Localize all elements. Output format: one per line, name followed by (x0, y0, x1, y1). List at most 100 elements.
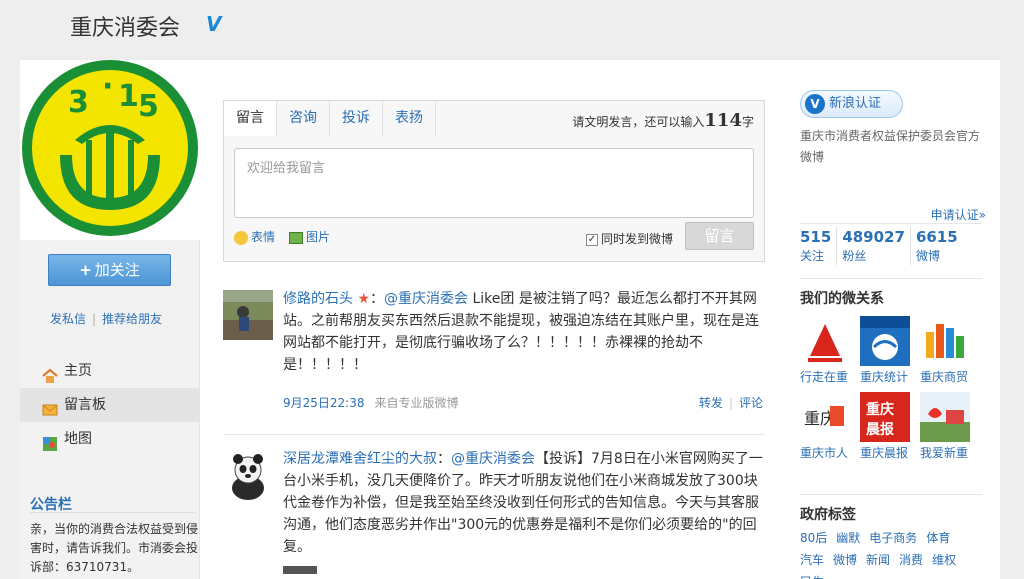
relation-logo (920, 392, 970, 442)
svg-text:3: 3 (68, 85, 89, 120)
star-icon: ★ (357, 291, 371, 307)
post-text: 深居龙潭难舍红尘的大叔：@重庆消委会【投诉】7月8日在小米官网购买了一台小米手机… (283, 451, 763, 555)
main-frame: 3 · 1 5 + 加关注 发私信 | 推荐给朋友 主页 留言板 地图 公告栏 亲，当 (20, 60, 1000, 579)
divider (223, 434, 765, 435)
relations-title: 我们的微关系 (800, 291, 884, 307)
divider (30, 512, 195, 513)
tag-link[interactable]: 微博 (833, 553, 857, 567)
avatar[interactable] (223, 450, 273, 500)
avatar[interactable] (223, 290, 273, 340)
tag-link[interactable]: 电子商务 (869, 531, 917, 545)
post-time[interactable]: 9月25日22:38 (283, 396, 365, 410)
tag-link[interactable]: 民生 (800, 575, 824, 579)
relation-logo: 重庆 晨报 (860, 392, 910, 442)
tag-link[interactable]: 体育 (926, 531, 950, 545)
post-meta: 9月25日22:38 来自专业版微博 (283, 394, 459, 411)
notice-text: 亲，当你的消费合法权益受到侵害时，请告诉我们。市消委会投诉部：63710731。 (30, 522, 199, 574)
relation-item[interactable]: 重庆统计 (860, 316, 914, 388)
emoji-button[interactable]: 表情 (234, 228, 275, 245)
svg-text:·: · (102, 69, 113, 104)
composer-tools: 表情 图片 (234, 228, 330, 245)
profile-nav: 主页 留言板 地图 (20, 354, 200, 456)
relation-logo (860, 316, 910, 366)
svg-text:5: 5 (138, 89, 159, 124)
nav-item-map[interactable]: 地图 (20, 422, 200, 456)
relation-item[interactable]: 重庆商贸 (920, 316, 974, 388)
nav-label: 地图 (64, 431, 92, 447)
recommend-link[interactable]: 推荐给朋友 (102, 312, 162, 326)
svg-text:晨报: 晨报 (866, 422, 894, 438)
mention-link[interactable]: @重庆消委会 (451, 451, 535, 467)
divider (800, 494, 982, 495)
post-username[interactable]: 深居龙潭难舍红尘的大叔 (283, 451, 437, 467)
stat-posts[interactable]: 6615 微博 (916, 227, 963, 265)
forward-link[interactable]: 转发 (699, 396, 723, 410)
image-icon (289, 231, 304, 244)
apply-verification-link[interactable]: 申请认证» (931, 206, 986, 223)
message-input[interactable]: 欢迎给我留言 (234, 148, 754, 218)
post-image-thumbnail[interactable] (283, 566, 317, 574)
sina-verified-badge[interactable]: V 新浪认证 (800, 90, 903, 118)
tab-complaint[interactable]: 投诉 (330, 101, 383, 136)
nav-item-home[interactable]: 主页 (20, 354, 200, 388)
checkbox-icon[interactable]: ✓ (586, 233, 598, 246)
relation-logo (800, 316, 850, 366)
post-source: 来自专业版微博 (374, 396, 459, 410)
message-composer: 留言 咨询 投诉 表扬 请文明发言，还可以输入114字 欢迎给我留言 表情 图片… (223, 100, 765, 262)
tag-link[interactable]: 幽默 (836, 531, 860, 545)
composer-tabs: 留言 咨询 投诉 表扬 (224, 101, 436, 136)
tag-link[interactable]: 维权 (932, 553, 956, 567)
tag-link[interactable]: 汽车 (800, 553, 824, 567)
svg-text:1: 1 (118, 79, 139, 114)
notice-title: 公告栏 (30, 497, 72, 513)
post-content: Like团 是被注销了吗？最近怎么都打不开其网站。之前帮朋友买东西然后退款不能提… (283, 291, 759, 373)
profile-avatar[interactable]: 3 · 1 5 (20, 60, 200, 240)
post-text: 修路的石头 ★：@重庆消委会 Like团 是被注销了吗？最近怎么都打不开其网站。… (283, 291, 759, 373)
relation-item[interactable]: 重庆 晨报 重庆晨报 (860, 392, 914, 464)
relation-logo: 重庆 (800, 392, 850, 442)
relation-logo (920, 316, 970, 366)
relation-item[interactable]: 行走在重 (800, 316, 854, 388)
tab-praise[interactable]: 表扬 (383, 101, 436, 136)
gov-tags: 80后幽默电子商务体育 汽车微博新闻消费维权 民生 (800, 527, 986, 579)
envelope-icon (42, 397, 58, 416)
profile-stats: 515 关注 489027 粉丝 6615 微博 (800, 227, 968, 265)
verified-v-icon: V (805, 93, 825, 114)
comment-link[interactable]: 评论 (739, 396, 763, 410)
nav-label: 主页 (64, 363, 92, 379)
post-username[interactable]: 修路的石头 (283, 291, 353, 307)
page-title: 重庆消委会 (70, 16, 181, 41)
post-actions: 转发 | 评论 (698, 396, 763, 410)
map-icon (42, 431, 58, 451)
divider (800, 223, 982, 224)
account-description: 重庆市消费者权益保护委员会官方微博 (800, 129, 981, 164)
home-icon (42, 363, 58, 383)
gov-tags-title: 政府标签 (800, 507, 856, 523)
tag-link[interactable]: 消费 (899, 553, 923, 567)
svg-text:重庆: 重庆 (866, 401, 894, 418)
nav-item-guestbook[interactable]: 留言板 (20, 388, 200, 422)
follow-label: 加关注 (94, 261, 140, 279)
image-button[interactable]: 图片 (289, 228, 330, 245)
follow-button[interactable]: + 加关注 (48, 254, 171, 286)
left-sidebar: 3 · 1 5 + 加关注 发私信 | 推荐给朋友 主页 留言板 地图 公告栏 亲，当 (20, 60, 200, 579)
verified-icon: V (206, 12, 222, 36)
tab-consult[interactable]: 咨询 (277, 101, 330, 136)
char-remaining: 请文明发言，还可以输入114字 (572, 110, 754, 131)
relation-item[interactable]: 重庆 重庆市人 (800, 392, 854, 464)
tag-link[interactable]: 新闻 (866, 553, 890, 567)
nav-label: 留言板 (64, 397, 106, 413)
tab-message[interactable]: 留言 (224, 101, 277, 136)
submit-button[interactable]: 留言 (685, 222, 754, 250)
tag-link[interactable]: 80后 (800, 531, 827, 545)
send-message-link[interactable]: 发私信 (50, 312, 86, 326)
sync-to-weibo-checkbox[interactable]: ✓ 同时发到微博 (586, 230, 673, 247)
remaining-count: 114 (704, 110, 742, 131)
relation-item[interactable]: 我爱新重 (920, 392, 974, 464)
mention-link[interactable]: @重庆消委会 (384, 291, 468, 307)
stat-following[interactable]: 515 关注 (800, 227, 838, 265)
divider (800, 278, 982, 279)
profile-links: 发私信 | 推荐给朋友 (50, 312, 163, 326)
stat-followers[interactable]: 489027 粉丝 (842, 227, 911, 265)
smiley-icon (234, 230, 248, 245)
